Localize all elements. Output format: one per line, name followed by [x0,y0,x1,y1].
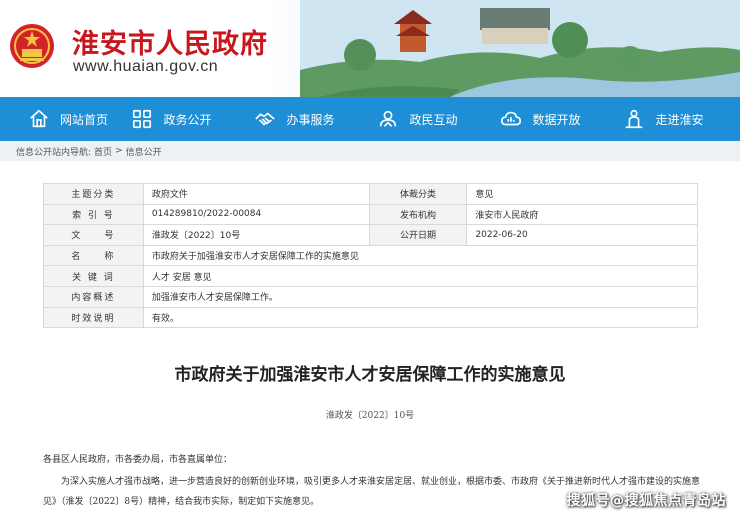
document-number: 淮政发〔2022〕10号 [325,411,415,421]
article-title: 市政府关于加强淮安市人才安居保障工作的实施意见 [174,365,566,385]
table-row: 关 键 词 人才 安居 意见 [43,265,699,287]
table-row: 文 号 淮政发〔2022〕10号 公开日期 2022-06-20 [43,224,698,246]
article-paragraph: 各县区人民政府，市各委办局，市各直属单位： [43,455,233,465]
nav-item-label: 数据开放 [532,112,581,127]
table-value: 淮安市人民政府 [466,203,698,226]
nav-item-label: 办事服务 [286,112,335,127]
nav-item-home[interactable]: 网站首页 [0,97,110,141]
breadcrumb-link-info[interactable]: 信息公开 [126,145,162,158]
watermark: 搜狐号@搜狐焦点青岛站 [566,493,726,509]
nav-item-about-huaian[interactable]: 走进淮安 [602,97,725,141]
site-title[interactable]: 淮安市人民政府 [72,22,268,61]
table-label: 公开日期 [368,224,468,246]
table-row: 索 引 号 014289810/2022-00084 发布机构 淮安市人民政府 [43,203,698,226]
nav-item-interaction[interactable]: 政民互动 [356,97,479,141]
document-info-table: 主题分类 政府文件 体裁分类 意见 索 引 号 014289810/2022-0… [43,183,699,329]
site-url[interactable]: www.huaian.gov.cn [73,58,218,76]
table-row: 主题分类 政府文件 体裁分类 意见 [43,183,698,205]
breadcrumb: 信息公开站内导航: 首页 > 信息公开 [0,141,740,161]
nav-item-gov-affairs[interactable]: 政务公开 [110,97,233,141]
table-row: 内容概述 加强淮安市人才安居保障工作。 [43,285,699,308]
header-scenery-image [300,0,740,97]
site-header: 淮安市人民政府 www.huaian.gov.cn [0,0,740,97]
table-label: 体裁分类 [368,183,468,205]
table-value: 014289810/2022-00084 [142,203,370,226]
table-row: 名 称 市政府关于加强淮安市人才安居保障工作的实施意见 [43,244,699,267]
table-value: 市政府关于加强淮安市人才安居保障工作的实施意见 [142,244,699,267]
table-value: 有效。 [142,306,699,329]
table-value: 2022-06-20 [466,224,698,246]
nav-item-services[interactable]: 办事服务 [233,97,356,141]
table-label: 索 引 号 [43,203,144,226]
data-icon [501,111,522,126]
table-label: 名 称 [43,244,144,267]
table-value: 意见 [466,183,698,205]
table-label: 时效说明 [43,306,144,329]
nav-item-label: 网站首页 [60,112,109,127]
national-emblem-icon [10,24,54,68]
home-icon [30,109,48,128]
nav-item-label: 政务公开 [163,112,212,127]
nav-item-label: 走进淮安 [655,112,704,127]
person-icon [626,109,643,129]
handshake-icon [255,112,276,126]
nav-item-open-data[interactable]: 数据开放 [479,97,602,141]
table-row: 时效说明 有效。 [43,306,699,329]
table-label: 文 号 [43,224,144,246]
table-label: 主题分类 [43,183,144,205]
table-label: 关 键 词 [43,265,144,287]
interaction-icon [380,110,397,127]
table-value: 淮政发〔2022〕10号 [142,224,370,246]
grid-icon [133,109,152,129]
table-label: 内容概述 [43,285,144,308]
breadcrumb-separator: > [115,146,123,156]
breadcrumb-link-home[interactable]: 首页 [94,145,112,158]
main-nav: 网站首页 政务公开 办事服务 政民互动 数据开放 走进淮安 [0,97,740,141]
breadcrumb-prefix: 信息公开站内导航: [16,147,92,158]
nav-item-label: 政民互动 [409,112,458,127]
table-label: 发布机构 [368,203,468,226]
table-value: 政府文件 [142,183,370,205]
table-value: 加强淮安市人才安居保障工作。 [142,285,699,308]
table-value: 人才 安居 意见 [142,265,699,287]
